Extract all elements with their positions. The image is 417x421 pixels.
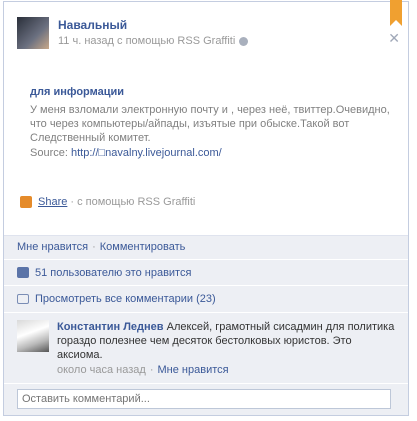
share-row: Share · с помощью RSS Graffiti	[20, 196, 195, 208]
share-link[interactable]: Share	[38, 196, 67, 208]
commenter-avatar[interactable]	[17, 320, 49, 352]
thumbs-up-icon	[17, 267, 29, 278]
separator: ·	[92, 241, 96, 253]
author-name[interactable]: Навальный	[58, 18, 127, 32]
bookmark-icon[interactable]	[390, 0, 402, 26]
post-meta-text: 11 ч. назад с помощью RSS Graffiti	[58, 35, 236, 47]
author-avatar[interactable]	[17, 17, 49, 49]
globe-icon	[239, 36, 249, 46]
view-comments-row: Просмотреть все комментарии (23)	[4, 285, 408, 312]
close-icon[interactable]: ✕	[388, 30, 400, 47]
commenter-name[interactable]: Константин Леднев	[57, 321, 164, 333]
separator: ·	[149, 364, 154, 376]
comment-time[interactable]: около часа назад	[57, 364, 146, 376]
likes-row: 51 пользователю это нравится	[4, 259, 408, 285]
feed-story: ✕ Навальный 11 ч. назад с помощью RSS Gr…	[3, 0, 409, 416]
source-label: Source:	[30, 147, 68, 159]
post-source: Source: http://□navalny.livejournal.com/	[30, 147, 222, 159]
share-via: · с помощью RSS Graffiti	[70, 196, 196, 208]
comment-body: Константин Леднев Алексей, грамотный сис…	[57, 320, 397, 362]
likes-count-link[interactable]: 51 пользователю это нравится	[35, 267, 191, 279]
comment-bubble-icon	[17, 294, 29, 304]
post-meta: 11 ч. назад с помощью RSS Graffiti	[58, 35, 249, 47]
share-icon	[20, 196, 32, 208]
post-title[interactable]: для информации	[30, 86, 124, 98]
post-text: У меня взломали электронную почту и , че…	[30, 104, 390, 144]
comment-like-link[interactable]: Мне нравится	[158, 364, 229, 376]
comment-item: Константин Леднев Алексей, грамотный сис…	[4, 312, 408, 384]
comment-meta: около часа назад · Мне нравится	[57, 364, 229, 376]
view-comments-link[interactable]: Просмотреть все комментарии (23)	[35, 293, 216, 305]
comment-input-row	[4, 383, 408, 415]
source-link[interactable]: http://□navalny.livejournal.com/	[71, 147, 222, 159]
comment-link[interactable]: Комментировать	[100, 241, 186, 253]
like-link[interactable]: Мне нравится	[17, 241, 88, 253]
comment-input[interactable]	[17, 389, 391, 409]
action-bar: Мне нравится · Комментировать	[4, 235, 408, 259]
